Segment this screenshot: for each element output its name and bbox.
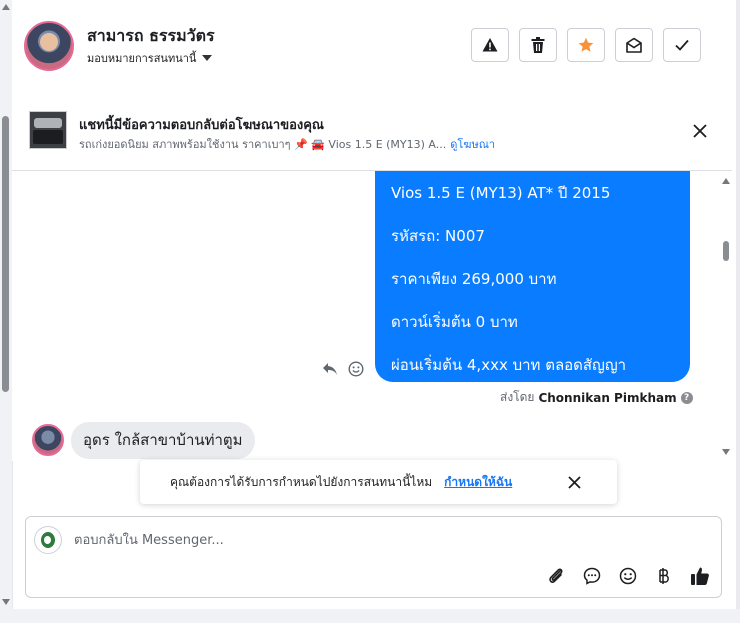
- check-icon: [675, 39, 689, 51]
- reply-input[interactable]: [72, 529, 676, 551]
- mark-done-button[interactable]: [663, 28, 701, 62]
- thread-scrollbar[interactable]: [720, 171, 732, 461]
- assign-dropdown[interactable]: มอบหมายการสนทนานี้: [87, 49, 213, 67]
- report-spam-button[interactable]: [471, 28, 509, 62]
- emoji-icon[interactable]: [348, 361, 364, 377]
- scroll-up-arrow-icon[interactable]: [2, 4, 10, 10]
- star-icon: [578, 37, 594, 52]
- scroll-down-arrow-icon[interactable]: [2, 599, 10, 605]
- composer-toolbar: [545, 565, 711, 587]
- reply-icon[interactable]: [322, 362, 338, 376]
- message-line: ราคาเพียง 269,000 บาท: [391, 270, 557, 288]
- message-actions: [322, 361, 364, 377]
- emoji-icon: [619, 567, 637, 585]
- saved-reply-button[interactable]: [581, 565, 603, 587]
- ad-thumbnail[interactable]: [29, 111, 67, 149]
- close-icon: [567, 475, 581, 489]
- outgoing-message-bubble[interactable]: Vios 1.5 E (MY13) AT* ปี 2015 รหัสรถ: N0…: [375, 171, 690, 382]
- assign-label: มอบหมายการสนทนานี้: [87, 52, 197, 65]
- assign-to-me-link[interactable]: กำหนดให้ฉัน: [444, 473, 512, 492]
- right-edge: [736, 0, 740, 623]
- toast-close-button[interactable]: [566, 474, 582, 490]
- mark-unread-button[interactable]: [615, 28, 653, 62]
- page-avatar: [34, 526, 62, 554]
- scroll-down-arrow-icon[interactable]: [722, 449, 730, 455]
- reply-composer: [25, 516, 722, 598]
- trash-icon: [531, 37, 545, 53]
- contact-avatar-small[interactable]: [32, 424, 64, 456]
- attach-icon: [549, 568, 563, 583]
- incoming-message-bubble[interactable]: อุดร ใกล้สาขาบ้านท่าตูม: [71, 422, 255, 459]
- sent-by-label: ส่งโดย Chonnikan Pimkham ?: [500, 388, 693, 407]
- close-icon: [693, 124, 707, 138]
- ad-banner-title: แชทนี้มีข้อความตอบกลับต่อโฆษณาของคุณ: [79, 118, 324, 133]
- message-thread[interactable]: Vios 1.5 E (MY13) AT* ปี 2015 รหัสรถ: N0…: [12, 171, 732, 461]
- saved-reply-icon: [583, 567, 601, 585]
- assign-toast: คุณต้องการได้รับการกำหนดไปยังการสนทนานี้…: [140, 460, 617, 504]
- envelope-open-icon: [626, 37, 642, 53]
- sent-by-prefix: ส่งโดย: [500, 390, 535, 404]
- follow-up-star-button[interactable]: [567, 28, 605, 62]
- warning-icon: [482, 38, 498, 52]
- bottom-edge: [0, 609, 740, 623]
- caret-down-icon: [202, 55, 213, 61]
- contact-avatar[interactable]: [24, 21, 74, 71]
- info-icon[interactable]: ?: [680, 391, 693, 404]
- conversation-header: สามารถ ธรรมวัตร มอบหมายการสนทนานี้: [12, 0, 732, 93]
- toast-text: คุณต้องการได้รับการกำหนดไปยังการสนทนานี้…: [170, 474, 433, 489]
- scroll-up-arrow-icon[interactable]: [722, 178, 730, 184]
- scrollbar-thumb[interactable]: [2, 116, 9, 392]
- like-button[interactable]: [689, 565, 711, 587]
- payment-button[interactable]: [653, 565, 675, 587]
- view-ad-link[interactable]: ดูโฆษณา: [450, 135, 495, 153]
- baht-icon: [659, 568, 669, 584]
- ad-text: รถเก่งยอดนิยม สภาพพร้อมใช้งาน ราคาเบาๆ 📌…: [79, 138, 447, 151]
- sender-name: Chonnikan Pimkham: [538, 390, 677, 405]
- scrollbar-thumb[interactable]: [723, 241, 729, 261]
- message-line: ดาวน์เริ่มต้น 0 บาท: [391, 313, 518, 331]
- delete-button[interactable]: [519, 28, 557, 62]
- attach-button[interactable]: [545, 565, 567, 587]
- ad-reply-banner: แชทนี้มีข้อความตอบกลับต่อโฆษณาของคุณ รถเ…: [12, 92, 732, 171]
- contact-name[interactable]: สามารถ ธรรมวัตร: [87, 24, 215, 49]
- thumbs-up-icon: [691, 567, 709, 585]
- message-line: Vios 1.5 E (MY13) AT* ปี 2015: [391, 184, 611, 202]
- message-line: รหัสรถ: N007: [391, 227, 485, 245]
- emoji-button[interactable]: [617, 565, 639, 587]
- ad-banner-subtitle: รถเก่งยอดนิยม สภาพพร้อมใช้งาน ราคาเบาๆ 📌…: [79, 135, 495, 153]
- close-banner-button[interactable]: [690, 121, 710, 141]
